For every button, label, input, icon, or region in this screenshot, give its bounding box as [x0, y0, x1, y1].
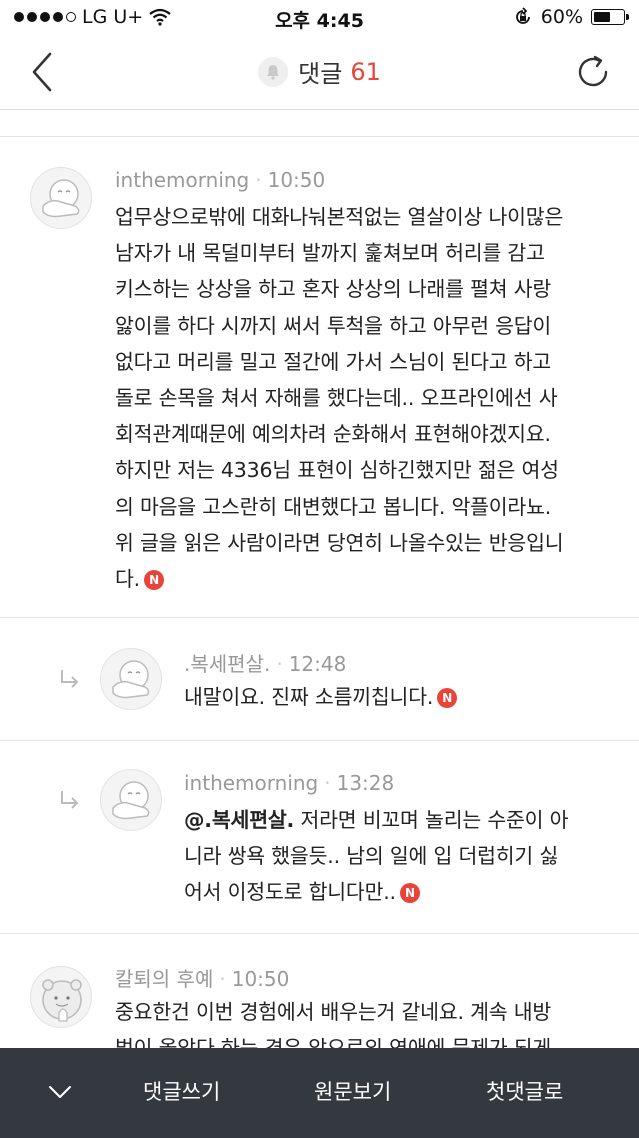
comment-line: 어서 이정도로 합니다만.. N	[184, 874, 624, 910]
comment-line-text: 어서 이정도로 합니다만..	[184, 880, 396, 905]
new-badge: N	[437, 688, 458, 708]
comment-body: 중요한건 이번 경험에서 배우는거 같네요. 계속 내방 법이 올았다 하는 경…	[115, 994, 620, 1048]
comment-line-text: 저라면 비꼬며 놀리는 수준이 아	[294, 808, 569, 832]
orientation-lock-icon	[515, 7, 530, 24]
comment-time: 12:48	[288, 652, 347, 676]
comment: 칼퇴의 후예 · 10:50 중요한건 이번 경험에서 배우는거 같네요. 계속 내…	[0, 934, 639, 1048]
reply-comment: inthemorning · 13:28 @.복세편살. 저라면 비꼬며 놀리는 수…	[0, 741, 639, 933]
comment-line: 앓이를 하다 시까지 써서 투척을 하고 아무런 응답이	[115, 313, 552, 338]
avatar[interactable]	[30, 167, 92, 229]
comment-author[interactable]: inthemorning	[184, 771, 318, 795]
bottom-toolbar: 댓글쓰기 원문보기 첫댓글로	[0, 1048, 639, 1138]
header-title-group: 댓글 61	[0, 54, 639, 89]
comment-meta: inthemorning · 10:50	[115, 168, 326, 192]
comment-line: 회적관계때문에 예의차려 순화해서 표현해야겠지요.	[115, 422, 551, 447]
comment-author[interactable]: .복세편살.	[184, 652, 270, 676]
comment-author[interactable]: 칼퇴의 후예	[115, 967, 213, 991]
comment-line-text: 내말이요. 진짜 소름끼칩니다.	[184, 685, 434, 709]
battery-percent: 60%	[540, 6, 583, 28]
new-badge: N	[143, 570, 164, 591]
comment: inthemorning · 10:50 업무상으로밖에 대화나눠본적없는 열살이상…	[0, 137, 639, 617]
comment-line-text: 다.	[115, 567, 140, 592]
comment-line: 키스하는 상상을 하고 혼자 상상의 나래를 펼쳐 사랑	[115, 277, 552, 302]
comment-time: 10:50	[267, 168, 326, 192]
avatar[interactable]	[100, 648, 162, 710]
view-original-button[interactable]: 원문보기	[314, 1076, 391, 1106]
comment-line: 업무상으로밖에 대화나눠본적없는 열살이상 나이많은	[115, 205, 564, 229]
battery-icon	[591, 9, 629, 25]
comment-line: 하지만 저는 4336님 표현이 심하긴했지만 젊은 여성	[115, 458, 559, 483]
reply-arrow-icon	[61, 670, 79, 688]
comment-line: 법이 올았다 하는 경우 앞으로의 연애에 문제가 되게	[115, 1030, 620, 1048]
write-comment-button[interactable]: 댓글쓰기	[143, 1076, 220, 1106]
comment-line: 다. N	[115, 561, 620, 597]
comment-author[interactable]: inthemorning	[115, 168, 249, 192]
comment-line: 니라 쌍욕 했을듯.. 남의 일에 입 더럽히기 싫	[184, 844, 559, 869]
comment-line: 돌로 손목을 쳐서 자해를 했다는데.. 오프라인에선 사	[115, 386, 558, 411]
comment-count: 61	[350, 57, 381, 86]
comment-line: @.복세편살. 저라면 비꼬며 놀리는 수준이 아	[184, 802, 624, 838]
status-right: 60%	[513, 6, 629, 28]
comment-meta: inthemorning · 13:28	[184, 771, 395, 795]
chevron-down-icon[interactable]	[46, 1078, 74, 1106]
reply-arrow-icon	[61, 791, 79, 809]
reply-comment: .복세편살. · 12:48 내말이요. 진짜 소름끼칩니다. N	[0, 618, 639, 740]
comment-line: 남자가 내 목덜미부터 발까지 훑쳐보며 허리를 감고	[115, 241, 545, 266]
comment-meta: .복세편살. · 12:48	[184, 652, 347, 676]
refresh-button[interactable]	[573, 52, 613, 92]
comment-body: @.복세편살. 저라면 비꼬며 놀리는 수준이 아 니라 쌍욕 했을듯.. 남의…	[184, 802, 624, 911]
comment-line: 위 글을 읽은 사람이라면 당연히 나올수있는 반응입니	[115, 530, 564, 555]
comment-time: 13:28	[336, 771, 395, 795]
new-badge: N	[399, 883, 420, 904]
avatar[interactable]	[30, 966, 92, 1028]
refresh-icon	[578, 55, 608, 87]
comment-body: 내말이요. 진짜 소름끼칩니다. N	[184, 679, 624, 715]
comment-body: 업무상으로밖에 대화나눠본적없는 열살이상 나이많은 남자가 내 목덜미부터 발…	[115, 199, 620, 597]
comment-line: 중요한건 이번 경험에서 배우는거 같네요. 계속 내방	[115, 1000, 552, 1024]
comment-meta: 칼퇴의 후예 · 10:50	[115, 967, 290, 991]
comment-line: 의 마음을 고스란히 대변했다고 봅니다. 악플이라뇨.	[115, 494, 552, 519]
comment-time: 10:50	[231, 967, 290, 991]
comment-line: 없다고 머리를 밀고 절간에 가서 스님이 된다고 하고	[115, 349, 552, 374]
bell-icon[interactable]	[258, 56, 289, 87]
header: 댓글 61	[0, 36, 639, 110]
avatar[interactable]	[100, 769, 162, 831]
page-title: 댓글	[298, 60, 343, 88]
mention-link[interactable]: @.복세편살.	[184, 808, 294, 832]
status-bar: LG U+ 오후 4:45 60%	[0, 0, 639, 36]
first-comment-button[interactable]: 첫댓글로	[486, 1076, 563, 1106]
